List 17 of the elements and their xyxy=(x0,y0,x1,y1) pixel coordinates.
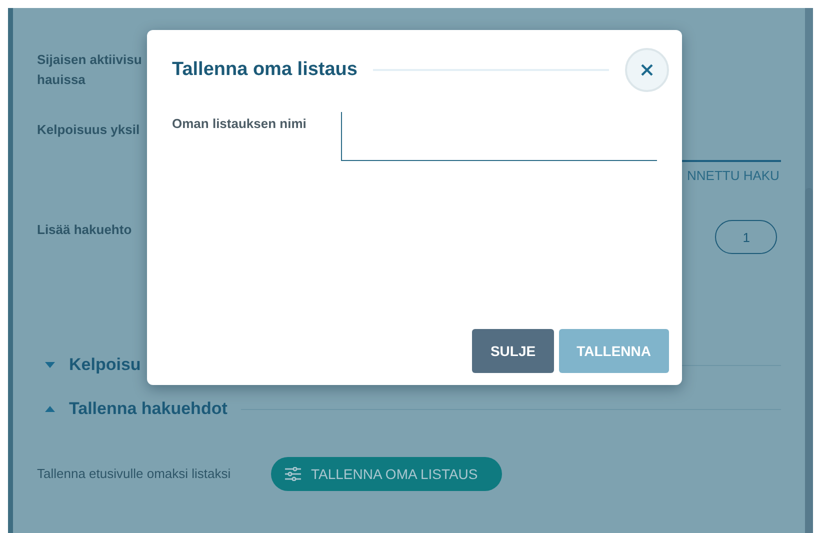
dialog-title: Tallenna oma listaus xyxy=(172,59,358,81)
section-header[interactable]: Tallenna hakuehdot xyxy=(69,399,228,419)
field-label: Sijaisen aktiivisu hauissa xyxy=(37,51,142,89)
field-label: Tallenna etusivulle omaksi listaksi xyxy=(37,465,232,483)
caret-icon[interactable] xyxy=(45,406,55,412)
close-dialog-button[interactable]: SULJE xyxy=(472,329,554,373)
save-list-button[interactable]: TALLENNA OMA LISTAUS xyxy=(271,457,502,491)
field-label: Lisää hakuehto xyxy=(37,221,132,239)
scrollbar-thumb[interactable] xyxy=(805,188,813,533)
field-label: Oman listauksen nimi xyxy=(172,115,308,133)
sliders-icon xyxy=(285,467,301,481)
close-icon xyxy=(641,64,653,76)
close-button[interactable] xyxy=(625,48,669,92)
section-header[interactable]: Kelpoisu xyxy=(69,355,141,375)
caret-icon[interactable] xyxy=(45,362,55,368)
field-label: Kelpoisuus yksil xyxy=(37,121,140,139)
filter-chip[interactable]: 1 xyxy=(715,220,777,254)
